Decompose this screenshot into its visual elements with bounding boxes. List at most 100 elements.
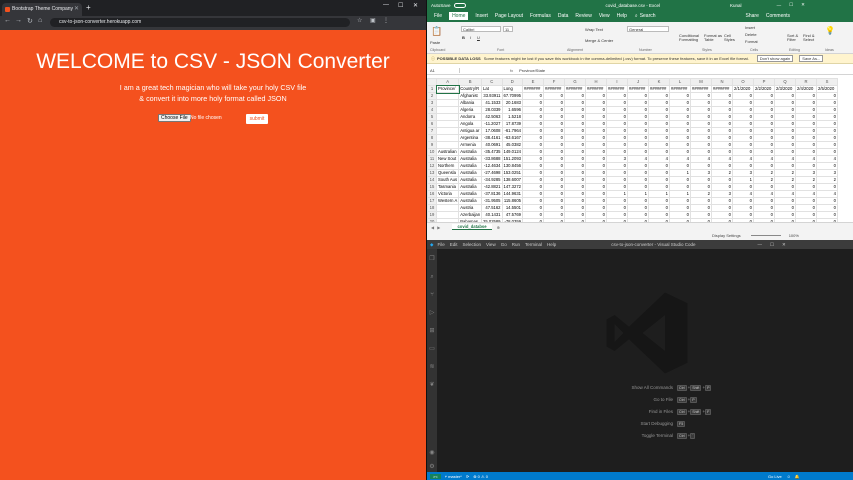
cell[interactable]: ####### <box>668 85 691 93</box>
cell[interactable]: 0 <box>647 106 670 114</box>
cell[interactable]: 0 <box>752 127 775 135</box>
cell[interactable]: Azerbaijan <box>458 211 483 219</box>
cell[interactable]: 0 <box>794 204 817 212</box>
cell[interactable]: 0 <box>563 197 586 205</box>
cell[interactable]: 17.0608 <box>481 127 503 135</box>
cell[interactable]: 14.5501 <box>501 204 523 212</box>
cell[interactable]: 0 <box>521 169 544 177</box>
cell[interactable]: 0 <box>542 148 565 156</box>
cell[interactable]: 4 <box>731 190 754 198</box>
zoom-slider[interactable] <box>750 235 781 236</box>
cell[interactable]: 0 <box>668 92 691 100</box>
cell[interactable]: 2/4/2020 <box>794 85 817 93</box>
cell[interactable]: 151.2093 <box>501 155 523 163</box>
cell[interactable]: -11.2027 <box>481 120 503 128</box>
cell[interactable]: 0 <box>794 134 817 142</box>
cell[interactable]: 0 <box>815 162 838 170</box>
cell[interactable]: 0 <box>563 106 586 114</box>
cell[interactable]: Northern <box>435 162 460 170</box>
menu-review[interactable]: Review <box>575 13 591 19</box>
cell[interactable]: 0 <box>668 204 691 212</box>
cell[interactable] <box>435 204 460 212</box>
cell[interactable]: 0 <box>668 134 691 142</box>
cell[interactable]: 0 <box>731 106 754 114</box>
cell[interactable]: 0 <box>521 211 544 219</box>
cell[interactable]: 0 <box>521 148 544 156</box>
format-as-table-button[interactable]: Format as Table <box>704 34 722 42</box>
cell[interactable]: 0 <box>605 127 628 135</box>
menu-file[interactable]: File <box>434 13 442 19</box>
cell[interactable]: 0 <box>815 106 838 114</box>
cell[interactable]: New Sout <box>435 155 460 163</box>
vmenu-view[interactable]: View <box>486 242 496 247</box>
cell[interactable]: -34.9285 <box>481 176 503 184</box>
cell[interactable]: 0 <box>752 106 775 114</box>
cell[interactable]: Armenia <box>458 141 483 149</box>
cell[interactable]: Antigua ar <box>458 127 483 135</box>
vmenu-file[interactable]: File <box>437 242 444 247</box>
cell[interactable]: 4 <box>815 155 838 163</box>
cell[interactable]: 0 <box>815 183 838 191</box>
cell[interactable]: Australia <box>458 169 483 177</box>
cell[interactable]: 0 <box>563 211 586 219</box>
cell[interactable]: 144.9631 <box>501 190 523 198</box>
cell[interactable]: 0 <box>542 176 565 184</box>
cell[interactable]: 0 <box>815 211 838 219</box>
merge-center-button[interactable]: Merge & Center <box>585 38 613 43</box>
cell[interactable]: 0 <box>563 99 586 107</box>
next-sheet-icon[interactable]: ▶ <box>437 225 440 230</box>
cell[interactable]: 1 <box>647 190 670 198</box>
cell[interactable]: 0 <box>584 141 607 149</box>
row-header[interactable]: 6 <box>427 120 437 128</box>
prev-sheet-icon[interactable]: ◀ <box>431 225 434 230</box>
dont-show-again-button[interactable]: Don't show again <box>756 55 794 62</box>
cell[interactable]: 0 <box>647 120 670 128</box>
cell[interactable]: ####### <box>521 85 544 93</box>
cell[interactable]: 45.0382 <box>501 141 523 149</box>
cell[interactable]: 0 <box>794 162 817 170</box>
cell[interactable]: 0 <box>626 169 649 177</box>
extension-icon[interactable]: ▣ <box>370 17 376 24</box>
cell[interactable]: 0 <box>542 190 565 198</box>
cell[interactable]: 0 <box>710 92 733 100</box>
cell[interactable]: 0 <box>752 134 775 142</box>
cell[interactable]: 0 <box>731 162 754 170</box>
cell[interactable]: 0 <box>668 127 691 135</box>
cell[interactable]: 0 <box>815 113 838 121</box>
column-header[interactable]: H <box>584 78 607 86</box>
cell[interactable]: 4 <box>626 155 649 163</box>
cell[interactable]: ####### <box>605 85 628 93</box>
cell[interactable]: Victoria <box>435 190 460 198</box>
menu-icon[interactable]: ⋮ <box>383 17 389 24</box>
submit-button[interactable]: submit <box>246 114 268 124</box>
cell[interactable]: 0 <box>626 106 649 114</box>
cell[interactable]: 2 <box>710 169 733 177</box>
vmenu-go[interactable]: Go <box>501 242 507 247</box>
cell[interactable]: 0 <box>647 204 670 212</box>
cell[interactable]: 0 <box>815 141 838 149</box>
cell[interactable]: 0 <box>521 197 544 205</box>
cell[interactable]: 4 <box>815 190 838 198</box>
find-select-button[interactable]: Find & Select <box>803 34 817 42</box>
cell[interactable]: 0 <box>563 169 586 177</box>
cell[interactable]: 0 <box>794 148 817 156</box>
cell[interactable]: 0 <box>794 197 817 205</box>
display-settings[interactable]: Display Settings <box>712 233 741 238</box>
cell[interactable]: 0 <box>542 141 565 149</box>
vmenu-help[interactable]: Help <box>547 242 556 247</box>
account-icon[interactable]: ◉ <box>428 449 436 457</box>
cell[interactable]: Australia <box>458 197 483 205</box>
cell[interactable]: 0 <box>794 211 817 219</box>
cell[interactable]: 0 <box>521 183 544 191</box>
cell[interactable]: 0 <box>689 197 712 205</box>
cell[interactable]: 0 <box>626 92 649 100</box>
column-header[interactable]: F <box>542 78 565 86</box>
cell[interactable]: 3 <box>731 169 754 177</box>
cell[interactable]: 0 <box>584 197 607 205</box>
row-header[interactable]: 11 <box>427 155 437 163</box>
cell[interactable]: 0 <box>752 99 775 107</box>
paste-icon[interactable]: 📋 <box>431 26 442 37</box>
cell[interactable]: 0 <box>584 176 607 184</box>
cell[interactable]: 0 <box>710 141 733 149</box>
cell[interactable]: 0 <box>542 162 565 170</box>
